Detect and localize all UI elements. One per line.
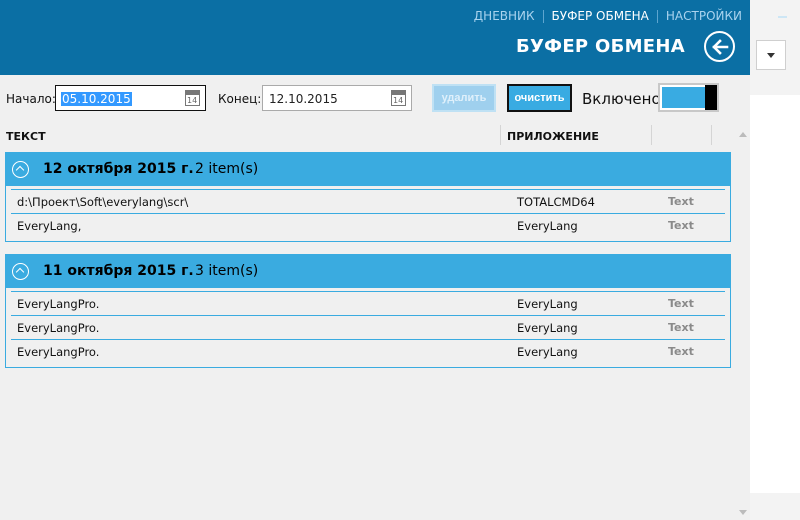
item-app: EveryLang <box>517 219 578 233</box>
column-text-header[interactable]: ТЕКСТ <box>6 130 46 143</box>
clipboard-group: 12 октября 2015 г. 2 item(s) d:\Проект\S… <box>5 152 731 242</box>
list-item[interactable]: d:\Проект\Soft\everylang\scr\ TOTALCMD64… <box>11 189 725 213</box>
group-header[interactable]: 12 октября 2015 г. 2 item(s) <box>6 153 730 186</box>
back-button[interactable] <box>704 31 735 62</box>
toggle-knob[interactable] <box>705 85 717 110</box>
column-divider[interactable] <box>711 125 712 145</box>
list-item[interactable]: EveryLangPro. EveryLang Text <box>11 315 725 339</box>
collapse-icon[interactable] <box>12 263 29 280</box>
end-date-value[interactable]: 12.10.2015 <box>269 92 338 106</box>
filter-bar: Начало: 05.10.2015 14 Конец: 12.10.2015 … <box>0 82 750 114</box>
group-date: 12 октября 2015 г. <box>43 161 194 177</box>
column-header: ТЕКСТ ПРИЛОЖЕНИЕ <box>0 125 736 147</box>
column-app-header[interactable]: ПРИЛОЖЕНИЕ <box>507 130 599 143</box>
flyout-header: ДНЕВНИК БУФЕР ОБМЕНА НАСТРОЙКИ БУФЕР ОБМ… <box>0 0 750 75</box>
minimize-icon[interactable] <box>778 16 787 18</box>
collapse-icon[interactable] <box>12 161 29 178</box>
calendar-icon[interactable]: 14 <box>185 90 200 106</box>
arrow-left-icon <box>712 39 729 55</box>
end-date-label: Конец: <box>218 92 262 106</box>
enabled-toggle[interactable] <box>658 83 719 112</box>
start-date-value[interactable]: 05.10.2015 <box>61 92 132 106</box>
end-date-picker[interactable]: 12.10.2015 14 <box>262 85 412 111</box>
item-format: Text <box>668 297 694 310</box>
group-header[interactable]: 11 октября 2015 г. 3 item(s) <box>6 255 730 288</box>
column-divider[interactable] <box>651 125 652 145</box>
vertical-scrollbar[interactable] <box>736 125 750 520</box>
item-app: TOTALCMD64 <box>517 195 595 209</box>
group-date: 11 октября 2015 г. <box>43 263 194 279</box>
item-format: Text <box>668 195 694 208</box>
toggle-fill <box>662 87 706 108</box>
background-dropdown[interactable] <box>756 40 786 70</box>
group-count: 2 item(s) <box>195 161 259 177</box>
item-text: EveryLangPro. <box>17 297 100 311</box>
item-format: Text <box>668 219 694 232</box>
item-format: Text <box>668 345 694 358</box>
list-item[interactable]: EveryLang, EveryLang Text <box>11 213 725 237</box>
clipboard-group: 11 октября 2015 г. 3 item(s) EveryLangPr… <box>5 254 731 368</box>
background-content-area <box>750 95 800 493</box>
calendar-icon[interactable]: 14 <box>391 90 406 106</box>
item-text: EveryLangPro. <box>17 321 100 335</box>
start-date-label: Начало: <box>6 92 56 106</box>
group-count: 3 item(s) <box>195 263 259 279</box>
page-title: БУФЕР ОБМЕНА <box>515 36 685 57</box>
item-text: d:\Проект\Soft\everylang\scr\ <box>17 195 189 209</box>
scroll-up-icon[interactable] <box>739 132 747 137</box>
clear-button[interactable]: очистить <box>507 84 572 112</box>
enabled-label: Включено <box>582 90 661 108</box>
list-item[interactable]: EveryLangPro. EveryLang Text <box>11 339 725 363</box>
nav-clipboard[interactable]: БУФЕР ОБМЕНА <box>544 9 657 23</box>
item-app: EveryLang <box>517 321 578 335</box>
top-navigation: ДНЕВНИК БУФЕР ОБМЕНА НАСТРОЙКИ <box>466 9 750 23</box>
background-window <box>750 0 800 520</box>
delete-button[interactable]: удалить <box>432 84 496 112</box>
list-item[interactable]: EveryLangPro. EveryLang Text <box>11 291 725 315</box>
chevron-down-icon <box>767 53 775 58</box>
item-format: Text <box>668 321 694 334</box>
item-text: EveryLangPro. <box>17 345 100 359</box>
item-text: EveryLang, <box>17 219 82 233</box>
nav-settings[interactable]: НАСТРОЙКИ <box>658 9 750 23</box>
column-divider[interactable] <box>500 125 501 145</box>
item-app: EveryLang <box>517 297 578 311</box>
item-app: EveryLang <box>517 345 578 359</box>
start-date-picker[interactable]: 05.10.2015 14 <box>55 85 206 111</box>
scroll-down-icon[interactable] <box>739 510 747 515</box>
clipboard-flyout: ДНЕВНИК БУФЕР ОБМЕНА НАСТРОЙКИ БУФЕР ОБМ… <box>0 0 750 520</box>
nav-diary[interactable]: ДНЕВНИК <box>466 9 543 23</box>
